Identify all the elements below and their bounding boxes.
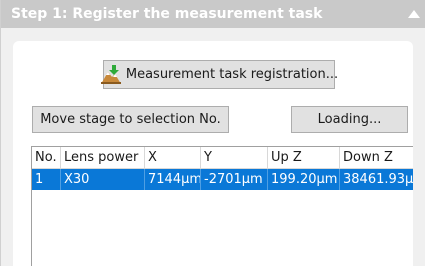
panel-title: Step 1: Register the measurement task — [11, 6, 323, 22]
cell-down-z: 38461.93µm — [343, 172, 413, 187]
table-row[interactable]: 1 X30 7144µm -2701µm 199.20µm 38461.93µm — [32, 169, 413, 190]
panel-content: Measurement task registration... Move st… — [13, 41, 413, 266]
loading-label: Loading... — [317, 112, 382, 127]
panel-header[interactable]: Step 1: Register the measurement task — [1, 0, 425, 28]
cell-lens-power: X30 — [61, 169, 145, 190]
move-stage-label: Move stage to selection No. — [40, 112, 221, 127]
move-stage-button[interactable]: Move stage to selection No. — [32, 106, 229, 133]
table-header-row: No. Lens power X Y Up Z Down Z — [32, 147, 413, 169]
measurement-task-table[interactable]: No. Lens power X Y Up Z Down Z 1 X30 714… — [31, 146, 413, 266]
cell-no: 1 — [32, 169, 61, 190]
cell-y: -2701µm — [201, 169, 268, 190]
step1-panel: Step 1: Register the measurement task Me… — [0, 0, 425, 266]
column-header-no[interactable]: No. — [32, 147, 61, 168]
cell-up-z: 199.20µm — [268, 169, 340, 190]
column-header-y[interactable]: Y — [201, 147, 268, 168]
column-header-up-z[interactable]: Up Z — [268, 147, 340, 168]
cell-x: 7144µm — [145, 169, 201, 190]
measurement-task-registration-button[interactable]: Measurement task registration... — [100, 60, 339, 89]
column-header-down-z[interactable]: Down Z — [340, 147, 413, 168]
column-header-x[interactable]: X — [145, 147, 201, 168]
task-registration-icon — [100, 64, 122, 85]
column-header-lens-power[interactable]: Lens power — [61, 147, 145, 168]
register-button-label: Measurement task registration... — [125, 67, 339, 82]
loading-button[interactable]: Loading... — [291, 106, 408, 133]
collapse-icon[interactable] — [408, 10, 420, 18]
